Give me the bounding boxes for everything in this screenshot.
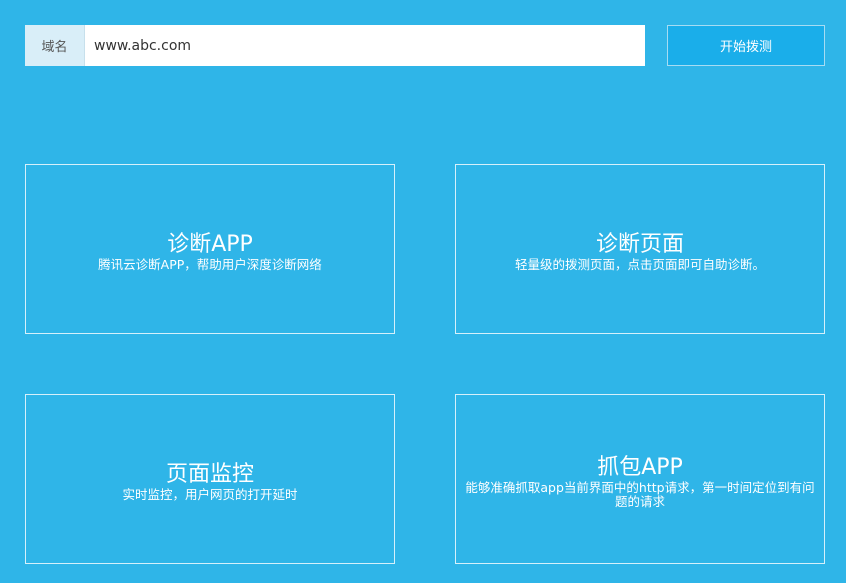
domain-search-bar: 域名 bbox=[25, 25, 645, 66]
domain-input[interactable] bbox=[85, 25, 645, 66]
card-page-monitor[interactable]: 页面监控 实时监控，用户网页的打开延时 bbox=[25, 394, 395, 564]
card-title: 抓包APP bbox=[597, 455, 683, 480]
card-description: 能够准确抓取app当前界面中的http请求，第一时间定位到有问题的请求 bbox=[465, 480, 815, 509]
card-description: 实时监控，用户网页的打开延时 bbox=[122, 487, 298, 502]
card-description: 腾讯云诊断APP，帮助用户深度诊断网络 bbox=[98, 257, 322, 272]
card-title: 诊断APP bbox=[167, 232, 253, 257]
start-test-button[interactable]: 开始拨测 bbox=[667, 25, 825, 66]
domain-label: 域名 bbox=[25, 25, 85, 66]
card-description: 轻量级的拨测页面，点击页面即可自助诊断。 bbox=[514, 257, 765, 272]
card-title: 页面监控 bbox=[165, 462, 254, 487]
card-diagnose-page[interactable]: 诊断页面 轻量级的拨测页面，点击页面即可自助诊断。 bbox=[455, 164, 825, 334]
card-capture-app[interactable]: 抓包APP 能够准确抓取app当前界面中的http请求，第一时间定位到有问题的请… bbox=[455, 394, 825, 564]
card-title: 诊断页面 bbox=[595, 232, 684, 257]
card-diagnose-app[interactable]: 诊断APP 腾讯云诊断APP，帮助用户深度诊断网络 bbox=[25, 164, 395, 334]
